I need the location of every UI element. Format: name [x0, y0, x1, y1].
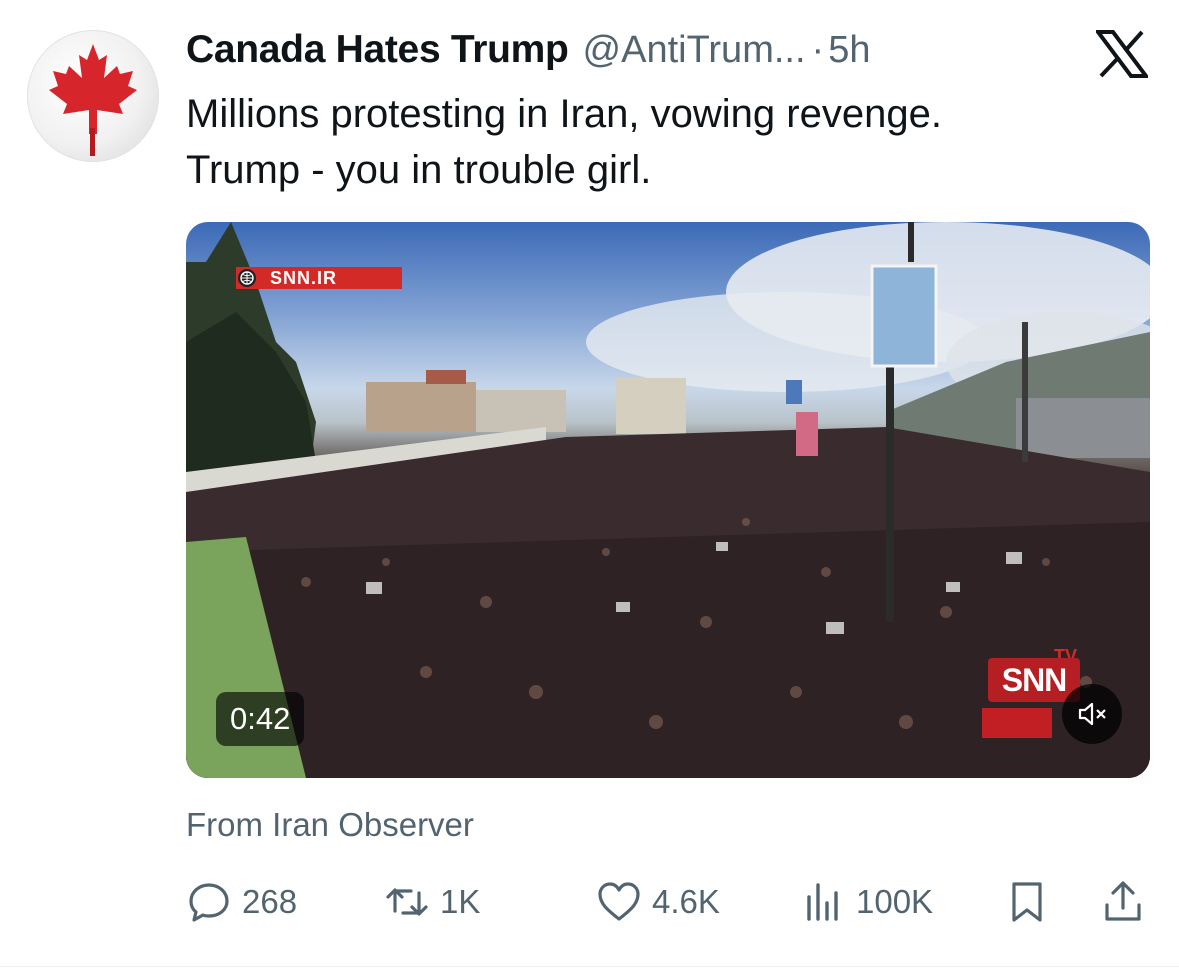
heart-icon — [598, 882, 640, 921]
video-player[interactable]: SNN.IR 0:42 TV SNN — [186, 222, 1150, 778]
separator-dot: · — [811, 29, 825, 71]
x-logo-icon[interactable] — [1096, 30, 1148, 78]
views-button[interactable]: 100K — [800, 872, 933, 932]
user-handle[interactable]: @AntiTrum... — [583, 29, 806, 72]
repost-count: 1K — [440, 883, 481, 920]
reply-count: 268 — [242, 883, 298, 920]
bookmark-button[interactable] — [1004, 872, 1050, 932]
repost-button[interactable]: 1K — [384, 872, 480, 932]
like-count: 4.6K — [652, 883, 720, 920]
share-button[interactable] — [1100, 872, 1146, 932]
tweet-text: Millions protesting in Iran, vowing reve… — [186, 92, 942, 192]
mute-button[interactable] — [1062, 684, 1122, 744]
globe-icon — [238, 269, 256, 287]
maple-leaf-icon — [49, 44, 137, 156]
speaker-muted-icon — [1078, 702, 1106, 726]
watermark-bar: SNN.IR — [236, 267, 402, 289]
reply-button[interactable]: 268 — [186, 872, 297, 932]
display-name[interactable]: Canada Hates Trump — [186, 28, 569, 72]
channel-logo-text: SNN — [988, 658, 1080, 702]
media-source-label[interactable]: From Iran Observer — [186, 806, 474, 844]
views-count: 100K — [856, 883, 934, 920]
avatar[interactable] — [27, 30, 159, 162]
watermark-text: SNN.IR — [270, 267, 338, 288]
like-button[interactable]: 4.6K — [596, 872, 720, 932]
reply-icon — [189, 883, 229, 922]
divider — [0, 966, 1179, 967]
repost-icon — [386, 888, 428, 916]
timestamp[interactable]: 5h — [828, 29, 870, 72]
bookmark-icon — [1012, 882, 1042, 922]
channel-logo-banner — [982, 708, 1052, 738]
video-duration: 0:42 — [216, 692, 305, 746]
tweet-actions: 268 1K 4.6K 100K — [186, 872, 1150, 932]
tweet-header: Canada Hates Trump @AntiTrum... · 5h — [186, 28, 870, 78]
views-chart-icon — [807, 883, 838, 921]
share-icon — [1105, 881, 1141, 921]
